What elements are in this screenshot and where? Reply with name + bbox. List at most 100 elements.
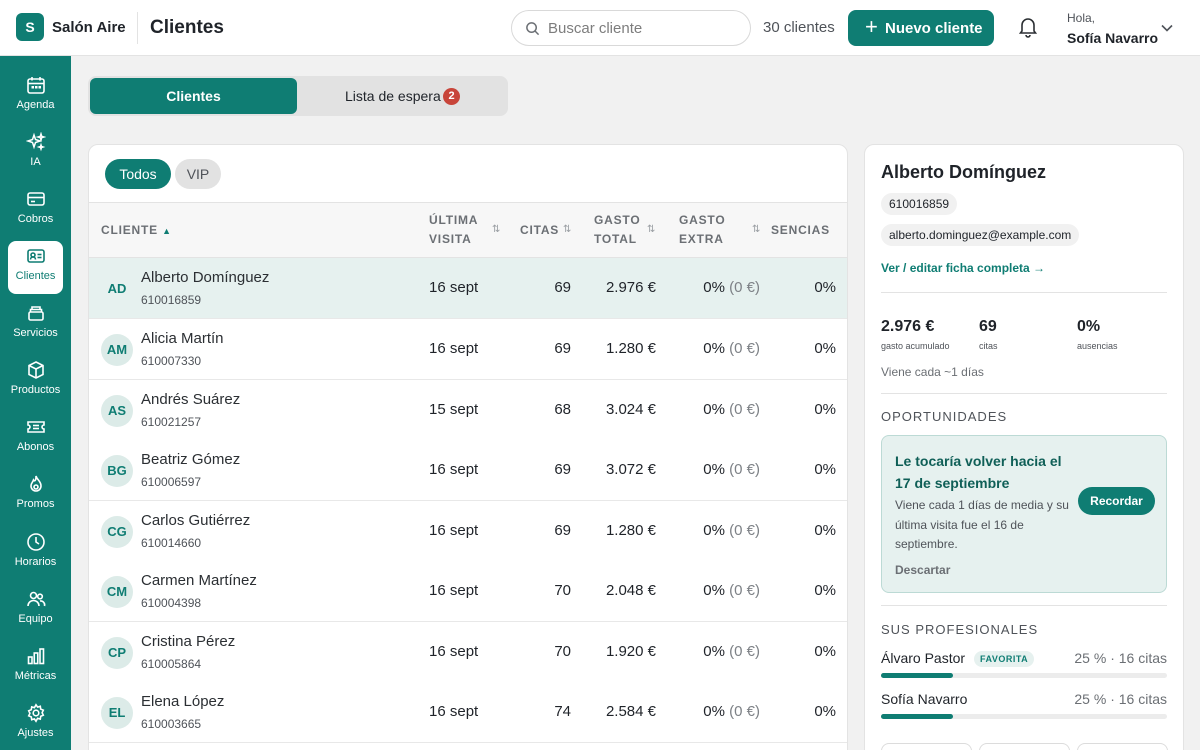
opportunity-description: Viene cada 1 días de media y su última v… (895, 498, 1069, 551)
sidebar-item-equipo[interactable]: Equipo (8, 584, 63, 637)
avatar: AD (107, 281, 127, 296)
sidebar-item-metricas[interactable]: Métricas (8, 641, 63, 694)
sidebar-item-cobros[interactable]: Cobros (8, 184, 63, 237)
stat-spend: 2.976 € gasto acumulado (881, 318, 950, 351)
chevron-down-icon[interactable] (1160, 21, 1174, 35)
filter-vip[interactable]: VIP (175, 159, 221, 189)
sort-icon[interactable]: ⇅ (563, 224, 571, 235)
sidebar-item-agenda[interactable]: Agenda (8, 70, 63, 123)
sidebar-item-promos[interactable]: Promos (8, 469, 63, 522)
total-spend: 2.048 € (605, 582, 656, 599)
col-label: ÚLTIMA (429, 213, 479, 227)
table-row[interactable]: AM Alicia Martín 610007330 16 sept 69 1.… (89, 319, 847, 380)
new-client-button[interactable]: + Nuevo cliente (848, 10, 994, 46)
client-name: Beatriz Gómez (141, 451, 241, 468)
sort-asc-icon: ▲ (162, 226, 172, 236)
client-name: Carmen Martínez (141, 572, 257, 589)
absences: 0% (814, 522, 836, 539)
avatar: CP (101, 637, 133, 669)
divider (881, 605, 1167, 606)
absences: 0% (814, 582, 836, 599)
search-input[interactable] (548, 17, 743, 39)
id-card-icon (27, 249, 45, 263)
table-row[interactable]: CP Cristina Pérez 610005864 16 sept 70 1… (89, 622, 847, 683)
filter-todos[interactable]: Todos (105, 159, 171, 189)
sidebar-item-ia[interactable]: IA (8, 127, 63, 180)
action-button[interactable] (881, 743, 972, 750)
table-row[interactable]: AD Alberto Domínguez 610016859 16 sept 6… (89, 258, 847, 319)
action-button[interactable] (1077, 743, 1168, 750)
last-visit: 16 sept (429, 340, 479, 357)
sidebar-item-label: Abonos (16, 441, 55, 453)
ticket-icon (27, 421, 45, 433)
extra-percent: 0% (703, 340, 725, 357)
share-bar-fill (881, 714, 953, 719)
appointments: 69 (554, 522, 571, 539)
extra-spend: 0% (0 €) (703, 703, 760, 720)
appointments: 69 (554, 340, 571, 357)
user-name[interactable]: Sofía Navarro (1067, 30, 1158, 46)
remind-button[interactable]: Recordar (1078, 487, 1155, 515)
gear-icon (27, 703, 45, 723)
plus-icon: + (865, 14, 878, 39)
table-row[interactable]: CG Carlos Gutiérrez 610014660 16 sept 69… (89, 501, 847, 562)
avatar: CM (101, 576, 133, 608)
absences: 0% (814, 703, 836, 720)
tab-lista-espera-label: Lista de espera (345, 88, 441, 104)
extra-percent: 0% (703, 401, 725, 418)
last-visit: 16 sept (429, 461, 479, 478)
new-client-label: Nuevo cliente (885, 20, 983, 37)
sidebar-item-label: Horarios (14, 556, 57, 568)
sidebar-item-horarios[interactable]: Horarios (8, 527, 63, 580)
col-ausencias[interactable]: SENCIAS (771, 221, 830, 240)
extra-percent: 0% (703, 522, 725, 539)
sidebar-item-productos[interactable]: Productos (8, 355, 63, 408)
flame-icon (30, 475, 42, 492)
sparkles-icon (26, 132, 46, 152)
extra-percent: 0% (703, 703, 725, 720)
professional-share: 25 % · 16 citas (1074, 691, 1167, 707)
sidebar-item-clientes[interactable]: Clientes (8, 241, 63, 294)
dismiss-link[interactable]: Descartar (895, 563, 950, 577)
sort-icon[interactable]: ⇅ (752, 224, 760, 235)
col-ultima-visita[interactable]: ÚLTIMA VISITA (429, 211, 478, 249)
share-bar (881, 714, 1167, 719)
bell-icon[interactable] (1016, 14, 1040, 38)
col-cliente[interactable]: CLIENTE ▲ (101, 221, 172, 241)
col-citas[interactable]: CITAS (520, 221, 559, 240)
table-row[interactable]: CM Carmen Martínez 610004398 16 sept 70 … (89, 561, 847, 622)
sidebar-item-label: Productos (10, 384, 61, 396)
tab-clientes[interactable]: Clientes (90, 78, 297, 114)
sidebar-item-servicios[interactable]: Servicios (8, 298, 63, 351)
stat-value: 69 (979, 318, 997, 335)
avatar: EL (101, 697, 133, 729)
sidebar-item-abonos[interactable]: Abonos (8, 412, 63, 465)
tab-lista-espera[interactable]: Lista de espera 2 (300, 78, 506, 114)
stat-label: ausencias (1077, 341, 1118, 351)
table-row[interactable]: BG Beatriz Gómez 610006597 16 sept 69 3.… (89, 440, 847, 501)
divider (881, 393, 1167, 394)
table-header: CLIENTE ▲ ÚLTIMA VISITA ⇅ CITAS ⇅ GASTO TO… (89, 202, 847, 258)
extra-amount: (0 €) (729, 703, 760, 720)
extra-amount: (0 €) (729, 279, 760, 296)
table-row[interactable]: EL Elena López 610003665 16 sept 74 2.58… (89, 682, 847, 743)
professionals-heading: SUS PROFESIONALES (881, 622, 1039, 637)
extra-spend: 0% (0 €) (703, 340, 760, 357)
table-row[interactable]: AS Andrés Suárez 610021257 15 sept 68 3.… (89, 380, 847, 441)
sidebar-item-ajustes[interactable]: Ajustes (8, 698, 63, 750)
client-name: Elena López (141, 693, 225, 710)
view-tabs: Clientes Lista de espera 2 (88, 76, 508, 116)
extra-percent: 0% (703, 279, 725, 296)
sort-icon[interactable]: ⇅ (492, 224, 500, 235)
edit-profile-link[interactable]: Ver / editar ficha completa → (881, 261, 1045, 275)
col-gasto-extra[interactable]: GASTO EXTRA (679, 211, 725, 249)
absences: 0% (814, 461, 836, 478)
client-detail-panel: Alberto Domínguez 610016859 alberto.domi… (864, 144, 1184, 750)
search-box[interactable] (511, 10, 751, 46)
col-label: GASTO (679, 213, 726, 227)
action-button[interactable] (979, 743, 1070, 750)
col-gasto-total[interactable]: GASTO TOTAL (594, 211, 640, 249)
appointments: 69 (554, 461, 571, 478)
client-name: Andrés Suárez (141, 391, 241, 408)
sort-icon[interactable]: ⇅ (647, 224, 655, 235)
